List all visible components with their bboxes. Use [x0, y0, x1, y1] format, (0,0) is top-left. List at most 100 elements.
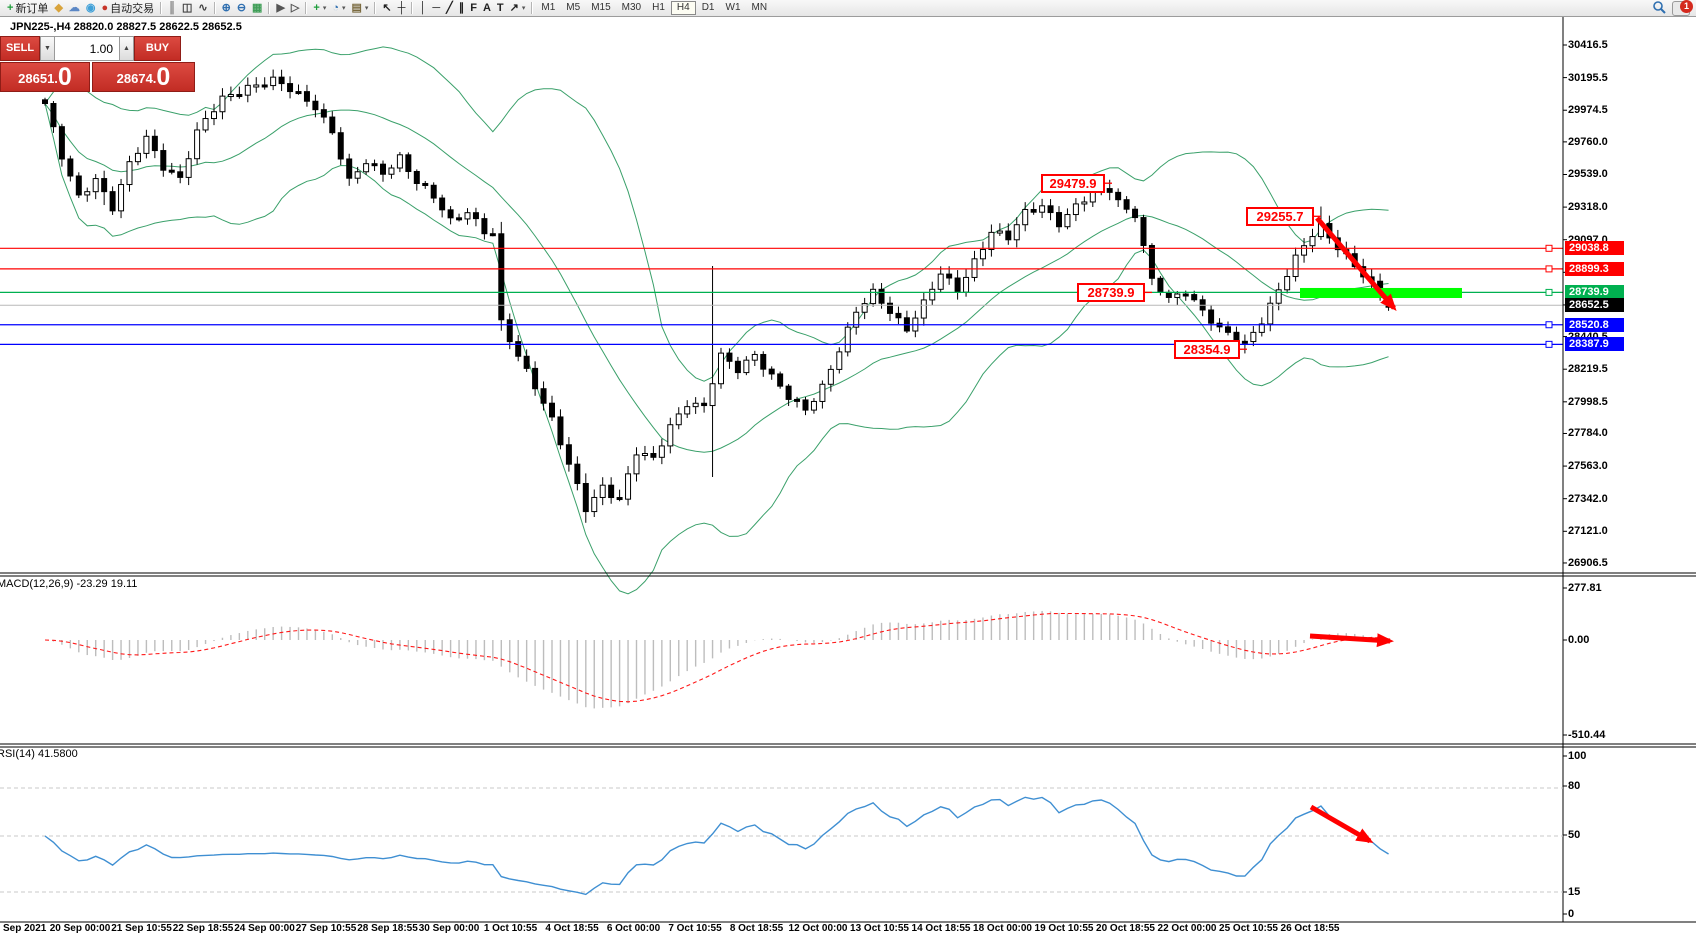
- new-order-button[interactable]: + 新订单: [4, 1, 51, 16]
- notification-icon[interactable]: 1: [1672, 0, 1693, 16]
- candle-body: [253, 84, 260, 88]
- arrows-caret-icon: ▾: [521, 5, 526, 12]
- templates-icon: ▤: [351, 1, 362, 14]
- candle-body: [346, 158, 353, 179]
- periods-button[interactable]: ◔ ▾: [329, 1, 348, 16]
- indicators-button[interactable]: + ▾: [310, 1, 329, 16]
- new-order-label: 新订单: [15, 3, 49, 15]
- sell-button[interactable]: SELL: [0, 36, 40, 61]
- candle-body: [768, 368, 775, 375]
- vertical-line-button[interactable]: │: [416, 1, 429, 16]
- toolbar-separator: [305, 2, 308, 14]
- candle-body: [810, 400, 817, 411]
- timeframe-m1-button[interactable]: M1: [536, 1, 560, 15]
- bollinger-middle-band: [44, 103, 1389, 453]
- candle-body: [1098, 188, 1105, 193]
- candle-body: [887, 302, 893, 314]
- timeframe-mn-button[interactable]: MN: [747, 1, 773, 15]
- notification-badge: 1: [1680, 0, 1693, 13]
- crosshair-button[interactable]: ┼: [395, 1, 409, 16]
- candle-body: [126, 161, 133, 186]
- toolbar-separator: [268, 2, 271, 14]
- volume-input[interactable]: [55, 36, 119, 61]
- candle-body: [498, 233, 505, 321]
- candle-body: [1284, 276, 1291, 291]
- buy-button[interactable]: BUY: [134, 36, 181, 61]
- buy-price-button[interactable]: 28674. 0: [92, 62, 195, 92]
- auto-trading-button[interactable]: ● 自动交易: [99, 1, 158, 16]
- zoom-out-button[interactable]: ⊖: [234, 1, 249, 16]
- candle-body: [844, 326, 851, 353]
- candle-body: [1191, 294, 1198, 301]
- fibonacci-button[interactable]: F: [467, 1, 480, 16]
- candle-body: [143, 135, 150, 154]
- equidistant-channel-icon: ∥: [458, 1, 465, 14]
- trendline-button[interactable]: ╱: [443, 1, 456, 16]
- candle-body: [456, 217, 463, 221]
- zoom-in-button[interactable]: ⊕: [219, 1, 234, 16]
- market-watch-button[interactable]: ◆: [51, 1, 65, 16]
- timeframe-m15-button[interactable]: M15: [586, 1, 615, 15]
- bar-chart-button[interactable]: ║: [165, 1, 179, 16]
- chart-canvas: [0, 17, 1696, 923]
- macd-indicator-label: MACD(12,26,9) -23.29 19.11: [0, 578, 138, 590]
- chart-shift-button[interactable]: ▷: [288, 1, 302, 16]
- candle-body: [641, 453, 648, 457]
- candle-body: [58, 126, 65, 160]
- signals-button[interactable]: ◉: [83, 1, 99, 16]
- candle-body: [971, 258, 978, 278]
- line-chart-button[interactable]: ∿: [195, 1, 210, 16]
- candlestick-chart-icon: ◫: [181, 1, 193, 14]
- auto-trading-icon: ●: [101, 1, 109, 14]
- timeframe-w1-button[interactable]: W1: [721, 1, 746, 15]
- arrows-button[interactable]: ↗ ▾: [507, 1, 529, 16]
- candle-body: [396, 154, 403, 169]
- candle-body: [1250, 331, 1257, 343]
- candle-body: [1233, 331, 1240, 342]
- toolbar-separator: [374, 2, 377, 14]
- candle-body: [118, 184, 125, 212]
- timeframe-h1-button[interactable]: H1: [647, 1, 670, 15]
- volume-increase-button[interactable]: ▲: [119, 36, 134, 61]
- candle-body: [92, 178, 99, 193]
- search-icon[interactable]: [1652, 0, 1666, 17]
- candle-body: [701, 402, 708, 407]
- sell-price-button[interactable]: 28651. 0: [0, 62, 90, 92]
- bollinger-lower-band: [44, 103, 1389, 595]
- timeframe-h4-button[interactable]: H4: [670, 1, 696, 15]
- volume-decrease-button[interactable]: ▼: [40, 36, 55, 61]
- timeframe-m5-button[interactable]: M5: [561, 1, 585, 15]
- candle-body: [734, 360, 741, 374]
- candle-body: [878, 288, 885, 304]
- candle-body: [202, 118, 209, 131]
- candle-body: [650, 453, 657, 458]
- candle-body: [371, 163, 378, 167]
- periods-caret-icon: ▾: [341, 5, 346, 12]
- equidistant-channel-button[interactable]: ∥: [456, 1, 468, 16]
- horizontal-line-button[interactable]: ─: [429, 1, 443, 16]
- community-button[interactable]: ☁: [66, 1, 83, 16]
- vertical-line-icon: │: [419, 1, 427, 14]
- candle-body: [582, 483, 589, 513]
- candle-body: [101, 178, 108, 193]
- tile-windows-button[interactable]: ▦: [249, 1, 265, 16]
- candle-body: [565, 444, 572, 465]
- one-click-trade-panel: SELL ▼ ▲ BUY 28651.0 28674.0: [0, 36, 196, 92]
- line-chart-icon: ∿: [198, 1, 208, 14]
- cursor-button[interactable]: ↖: [379, 1, 394, 16]
- candlestick-chart-button[interactable]: ◫: [179, 1, 195, 16]
- auto-scroll-button[interactable]: ▶: [273, 1, 287, 16]
- indicators-icon: +: [313, 1, 320, 14]
- signals-icon: ◉: [85, 1, 96, 14]
- text-label-button[interactable]: T: [494, 1, 507, 16]
- candle-body: [413, 170, 420, 184]
- text-button[interactable]: A: [480, 1, 494, 16]
- timeframe-d1-button[interactable]: D1: [697, 1, 720, 15]
- cursor-icon: ↖: [382, 1, 392, 14]
- candle-body: [684, 406, 691, 415]
- timeframe-m30-button[interactable]: M30: [617, 1, 646, 15]
- templates-button[interactable]: ▤ ▾: [349, 1, 372, 16]
- toolbar-separator: [411, 2, 414, 14]
- price-line-handle: [1545, 265, 1553, 273]
- candle-body: [151, 135, 158, 152]
